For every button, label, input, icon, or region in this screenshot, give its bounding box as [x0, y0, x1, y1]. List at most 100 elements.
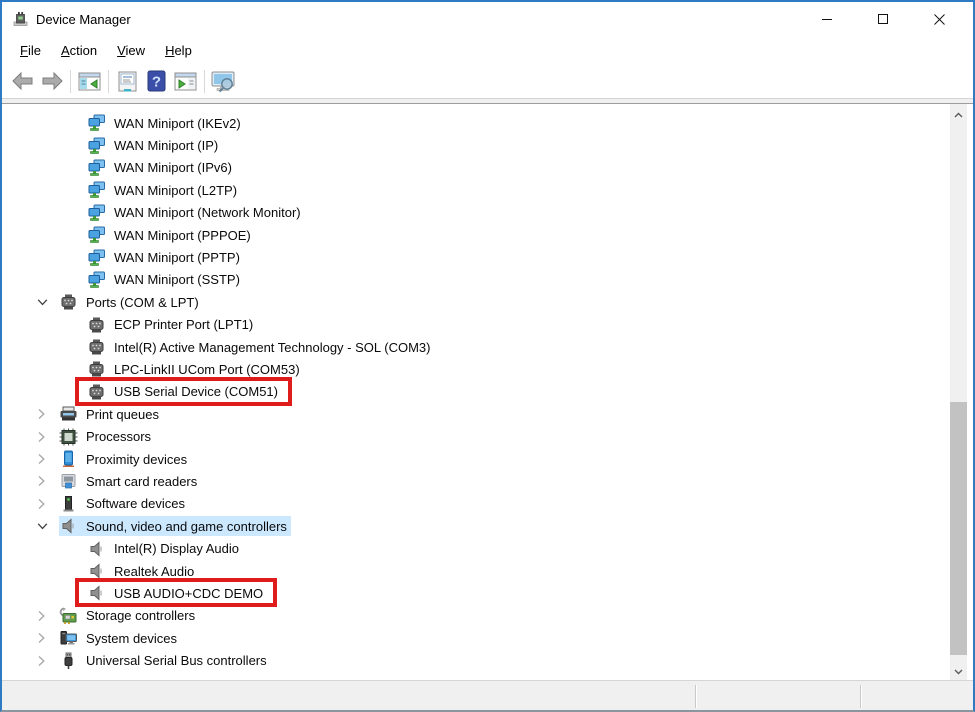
chevron-collapsed-icon[interactable] [37, 406, 59, 422]
show-hide-action-pane-button[interactable] [171, 68, 200, 95]
chevron-expanded-icon[interactable] [37, 294, 59, 310]
tree-item: Processors [2, 425, 973, 447]
menu-item-view[interactable]: View [107, 38, 155, 63]
serial-port-icon [59, 293, 78, 311]
tree-item-content[interactable]: Sound, video and game controllers [59, 516, 291, 536]
tree-item: Smart card readers [2, 470, 973, 492]
chevron-collapsed-icon[interactable] [37, 429, 59, 445]
chevron-collapsed-icon[interactable] [37, 496, 59, 512]
back-button[interactable] [8, 68, 37, 95]
network-adapter-icon [87, 204, 106, 222]
console-tree-icon [78, 71, 101, 92]
tree-item-content[interactable]: Storage controllers [59, 606, 199, 626]
tree-item-content[interactable]: WAN Miniport (IKEv2) [87, 113, 245, 133]
toolbar-separator [70, 70, 71, 93]
tree-item-label: USB Serial Device (COM51) [114, 384, 278, 399]
tree-item-content[interactable]: USB Serial Device (COM51) [87, 382, 282, 402]
tree-item: Print queues [2, 403, 973, 425]
tree-item-content[interactable]: WAN Miniport (PPPOE) [87, 225, 255, 245]
toolbar-separator [204, 70, 205, 93]
tree-item-label: WAN Miniport (Network Monitor) [114, 205, 301, 220]
menu-item-help[interactable]: Help [155, 38, 202, 63]
properties-button[interactable] [113, 68, 142, 95]
scan-for-hardware-changes-button[interactable] [209, 68, 238, 95]
device-tree-panel: WAN Miniport (IKEv2) WAN Miniport (IP) WAN… [2, 104, 973, 680]
tree-item-label: WAN Miniport (L2TP) [114, 183, 237, 198]
tree-item: USB Serial Device (COM51) [2, 381, 973, 403]
chevron-collapsed-icon[interactable] [37, 653, 59, 669]
scroll-up-button[interactable] [950, 105, 967, 122]
tree-item-content[interactable]: WAN Miniport (Network Monitor) [87, 203, 305, 223]
tree-item-label: Intel(R) Active Management Technology - … [114, 340, 430, 355]
tree-item: WAN Miniport (Network Monitor) [2, 202, 973, 224]
tree-item-content[interactable]: WAN Miniport (L2TP) [87, 180, 241, 200]
caption-buttons [799, 2, 967, 36]
network-adapter-icon [87, 226, 106, 244]
tree-item: Software devices [2, 493, 973, 515]
tree-item-content[interactable]: System devices [59, 628, 181, 648]
tree-item-label: Realtek Audio [114, 564, 194, 579]
tree-item-content[interactable]: Intel(R) Active Management Technology - … [87, 337, 434, 357]
tree-item-content[interactable]: WAN Miniport (IPv6) [87, 158, 236, 178]
tree-item-content[interactable]: WAN Miniport (IP) [87, 136, 222, 156]
tree-item-content[interactable]: Universal Serial Bus controllers [59, 651, 271, 671]
tree-item-content[interactable]: Software devices [59, 494, 189, 514]
network-adapter-icon [87, 137, 106, 155]
menu-item-file[interactable]: File [10, 38, 51, 63]
tree-item-content[interactable]: LPC-LinkII UCom Port (COM53) [87, 359, 304, 379]
tree-item-content[interactable]: Smart card readers [59, 471, 201, 491]
tree-item-label: WAN Miniport (IP) [114, 138, 218, 153]
chevron-collapsed-icon[interactable] [37, 630, 59, 646]
tree-item-content[interactable]: Proximity devices [59, 449, 191, 469]
window-title: Device Manager [36, 12, 131, 27]
device-tree: WAN Miniport (IKEv2) WAN Miniport (IP) WAN… [2, 104, 973, 672]
serial-port-icon [87, 316, 106, 334]
help-icon: ? [147, 70, 166, 92]
tree-item-content[interactable]: Intel(R) Display Audio [87, 539, 243, 559]
statusbar [2, 680, 973, 710]
maximize-button[interactable] [855, 2, 911, 36]
tree-item-content[interactable]: Print queues [59, 404, 163, 424]
network-adapter-icon [87, 181, 106, 199]
tree-item-label: Print queues [86, 407, 159, 422]
forward-button[interactable] [37, 68, 66, 95]
chevron-collapsed-icon[interactable] [37, 473, 59, 489]
device-manager-icon [12, 11, 29, 28]
tree-item-content[interactable]: Processors [59, 427, 155, 447]
minimize-button[interactable] [799, 2, 855, 36]
network-adapter-icon [87, 271, 106, 289]
forward-arrow-icon [40, 70, 64, 92]
usb-controller-icon [59, 652, 78, 670]
tree-item-content[interactable]: WAN Miniport (SSTP) [87, 270, 244, 290]
menu-item-action[interactable]: Action [51, 38, 107, 63]
chevron-expanded-icon[interactable] [37, 518, 59, 534]
tree-item-content[interactable]: USB AUDIO+CDC DEMO [87, 583, 267, 603]
tree-item-label: WAN Miniport (PPPOE) [114, 228, 251, 243]
tree-item: WAN Miniport (PPTP) [2, 246, 973, 268]
tree-item: Intel(R) Display Audio [2, 537, 973, 559]
chevron-collapsed-icon[interactable] [37, 608, 59, 624]
scrollbar-thumb[interactable] [950, 402, 967, 655]
scroll-down-button[interactable] [950, 662, 967, 679]
toolbar: ? [2, 64, 973, 99]
tree-item-label: WAN Miniport (IKEv2) [114, 116, 241, 131]
tree-item-label: ECP Printer Port (LPT1) [114, 317, 253, 332]
tree-item-label: Smart card readers [86, 474, 197, 489]
tree-item-label: Intel(R) Display Audio [114, 541, 239, 556]
vertical-scrollbar[interactable] [950, 104, 967, 680]
tree-item-content[interactable]: Realtek Audio [87, 561, 198, 581]
titlebar: Device Manager [2, 2, 973, 36]
tree-item-content[interactable]: WAN Miniport (PPTP) [87, 248, 244, 268]
tree-item-content[interactable]: ECP Printer Port (LPT1) [87, 315, 257, 335]
help-button[interactable]: ? [142, 68, 171, 95]
tree-item-content[interactable]: Ports (COM & LPT) [59, 292, 203, 312]
chevron-collapsed-icon[interactable] [37, 451, 59, 467]
tree-item: Storage controllers [2, 605, 973, 627]
close-icon [933, 13, 946, 26]
menubar: FileActionViewHelp [2, 36, 973, 64]
show-hide-console-tree-button[interactable] [75, 68, 104, 95]
tree-item: Ports (COM & LPT) [2, 291, 973, 313]
properties-icon [117, 71, 138, 92]
close-button[interactable] [911, 2, 967, 36]
proximity-icon [59, 450, 78, 468]
